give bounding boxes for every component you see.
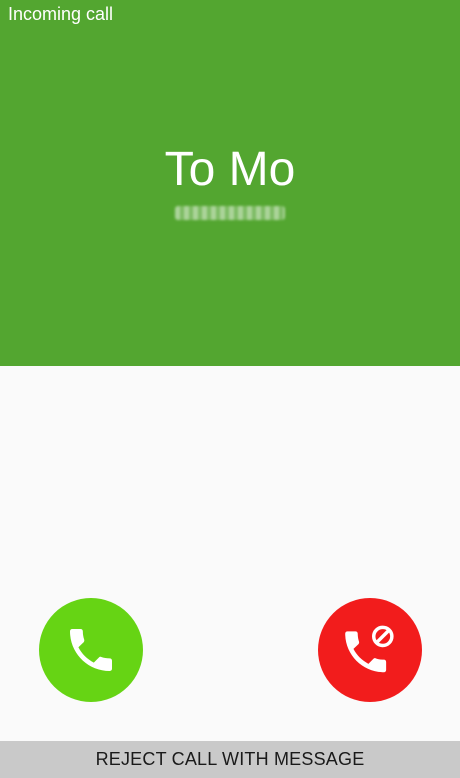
caller-number-redacted: [0, 203, 460, 223]
call-status-title: Incoming call: [8, 4, 114, 24]
reject-with-message-label: REJECT CALL WITH MESSAGE: [95, 749, 365, 769]
caller-name: To Mo: [164, 143, 296, 196]
reject-call-button[interactable]: [318, 598, 422, 702]
reject-with-message-bar[interactable]: REJECT CALL WITH MESSAGE: [0, 741, 460, 778]
redacted-number-blur: [175, 206, 285, 220]
accept-call-button[interactable]: [39, 598, 143, 702]
caller-header: Incoming call To Mo: [0, 0, 460, 366]
incoming-call-screen: Incoming call To Mo REJECT CALL WITH MES…: [0, 0, 460, 778]
phone-accept-icon: [70, 629, 112, 671]
phone-reject-icon: [345, 625, 394, 673]
